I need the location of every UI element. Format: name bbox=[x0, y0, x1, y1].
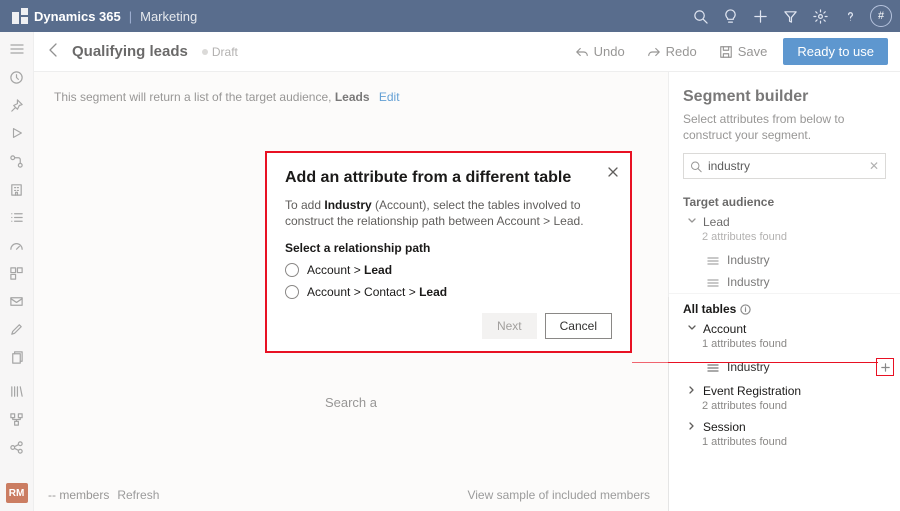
add-attribute-dialog: Add an attribute from a different table … bbox=[265, 151, 632, 353]
attr-lead-industry-1[interactable]: Industry bbox=[669, 249, 900, 271]
dialog-path-label: Select a relationship path bbox=[285, 241, 612, 255]
brand: Dynamics 365 | Marketing bbox=[0, 8, 197, 24]
pin-icon[interactable] bbox=[3, 94, 31, 116]
cancel-button[interactable]: Cancel bbox=[545, 313, 612, 339]
tree-icon[interactable] bbox=[3, 408, 31, 430]
session-node[interactable]: Session bbox=[669, 418, 900, 436]
path-option-1[interactable]: Account > Lead bbox=[285, 263, 612, 277]
blocks-icon[interactable] bbox=[3, 262, 31, 284]
product-name: Dynamics 365 bbox=[34, 9, 121, 24]
library-icon[interactable] bbox=[3, 380, 31, 402]
chevron-right-icon bbox=[687, 420, 697, 434]
path-option-2[interactable]: Account > Contact > Lead bbox=[285, 285, 612, 299]
account-count: 1 attributes found bbox=[669, 338, 900, 356]
dialog-title: Add an attribute from a different table bbox=[285, 169, 612, 187]
search-icon[interactable] bbox=[686, 2, 714, 30]
segment-builder-panel: Segment builder Select attributes from b… bbox=[668, 72, 900, 511]
canvas-footer: -- members Refresh View sample of includ… bbox=[34, 479, 664, 511]
all-tables-header: All tables bbox=[669, 293, 900, 320]
close-icon[interactable] bbox=[606, 165, 620, 182]
assistant-icon[interactable] bbox=[716, 2, 744, 30]
play-icon[interactable] bbox=[3, 122, 31, 144]
attr-lead-industry-2[interactable]: Industry bbox=[669, 271, 900, 293]
list-icon[interactable] bbox=[3, 206, 31, 228]
brand-separator: | bbox=[129, 9, 132, 24]
top-nav: Dynamics 365 | Marketing # bbox=[0, 0, 900, 32]
target-audience-header: Target audience bbox=[669, 189, 900, 213]
speed-icon[interactable] bbox=[3, 234, 31, 256]
attr-account-industry[interactable]: Industry bbox=[669, 356, 900, 378]
share-icon[interactable] bbox=[3, 436, 31, 458]
filter-icon[interactable] bbox=[776, 2, 804, 30]
field-icon bbox=[707, 277, 719, 287]
panel-description: Select attributes from below to construc… bbox=[669, 112, 900, 153]
edit-icon[interactable] bbox=[3, 318, 31, 340]
segment-description: This segment will return a list of the t… bbox=[34, 72, 668, 114]
search-icon bbox=[690, 160, 702, 173]
event-count: 2 attributes found bbox=[669, 400, 900, 418]
app-area-name[interactable]: Marketing bbox=[140, 9, 197, 24]
lead-node[interactable]: Lead bbox=[669, 213, 900, 231]
next-button: Next bbox=[482, 313, 537, 339]
menu-icon[interactable] bbox=[3, 38, 31, 60]
command-bar: Qualifying leads Draft Undo Redo Save Re… bbox=[34, 32, 900, 72]
search-input[interactable] bbox=[708, 159, 863, 173]
save-button[interactable]: Save bbox=[713, 40, 774, 63]
help-icon[interactable] bbox=[836, 2, 864, 30]
building-icon[interactable] bbox=[3, 178, 31, 200]
radio-icon bbox=[285, 263, 299, 277]
view-sample-link[interactable]: View sample of included members bbox=[467, 488, 650, 502]
ready-to-use-button[interactable]: Ready to use bbox=[783, 38, 888, 65]
attribute-search[interactable]: ✕ bbox=[683, 153, 886, 179]
chevron-down-icon bbox=[687, 215, 697, 229]
settings-icon[interactable] bbox=[806, 2, 834, 30]
empty-hint: Search a bbox=[34, 395, 668, 410]
info-icon[interactable] bbox=[740, 304, 751, 315]
back-button[interactable] bbox=[46, 42, 62, 61]
chevron-down-icon bbox=[687, 322, 697, 336]
copy-icon[interactable] bbox=[3, 346, 31, 368]
field-icon bbox=[707, 362, 719, 372]
status-dot-icon bbox=[202, 49, 208, 55]
page-title: Qualifying leads bbox=[72, 43, 188, 60]
avatar[interactable]: # bbox=[870, 5, 892, 27]
field-icon bbox=[707, 255, 719, 265]
panel-title: Segment builder bbox=[669, 72, 900, 112]
left-rail: RM bbox=[0, 32, 34, 511]
topnav-actions: # bbox=[686, 2, 892, 30]
waffle-icon[interactable] bbox=[12, 8, 28, 24]
area-switcher[interactable]: RM bbox=[6, 483, 28, 503]
recent-icon[interactable] bbox=[3, 66, 31, 88]
add-attribute-button[interactable] bbox=[876, 358, 894, 376]
redo-button[interactable]: Redo bbox=[641, 40, 703, 63]
account-node[interactable]: Account bbox=[669, 320, 900, 338]
edit-entity-link[interactable]: Edit bbox=[379, 90, 400, 104]
status-badge: Draft bbox=[202, 45, 238, 59]
members-count: -- members bbox=[48, 488, 109, 502]
clear-search-icon[interactable]: ✕ bbox=[869, 159, 879, 173]
journey-icon[interactable] bbox=[3, 150, 31, 172]
radio-icon bbox=[285, 285, 299, 299]
mail-icon[interactable] bbox=[3, 290, 31, 312]
dialog-body: To add Industry (Account), select the ta… bbox=[285, 197, 612, 229]
undo-button[interactable]: Undo bbox=[569, 40, 631, 63]
chevron-right-icon bbox=[687, 384, 697, 398]
add-icon[interactable] bbox=[746, 2, 774, 30]
session-count: 1 attributes found bbox=[669, 436, 900, 454]
event-registration-node[interactable]: Event Registration bbox=[669, 378, 900, 400]
lead-count: 2 attributes found bbox=[669, 231, 900, 249]
refresh-link[interactable]: Refresh bbox=[117, 488, 159, 502]
